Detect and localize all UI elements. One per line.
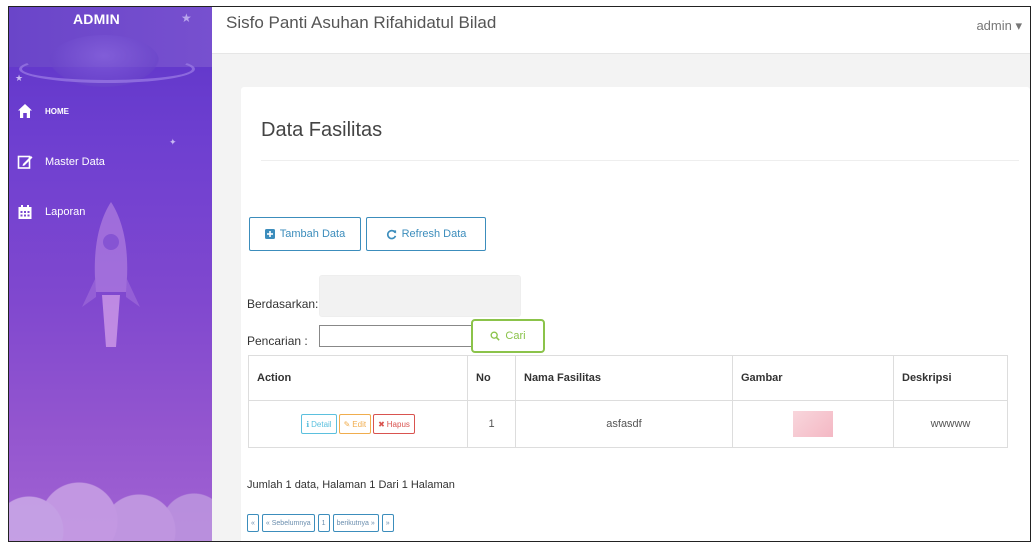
rocket-illustration xyxy=(82,202,140,347)
next-page-button[interactable]: berikutnya » xyxy=(332,514,379,532)
nama-fasilitas-cell: asfasdf xyxy=(515,400,733,448)
action-cell: ℹ Detail ✎ Edit ✖ Hapus xyxy=(248,400,468,448)
refresh-icon xyxy=(386,229,396,239)
facility-image-thumbnail[interactable] xyxy=(793,411,833,437)
sidebar-item-label: Master Data xyxy=(45,156,105,168)
page-title: Data Fasilitas xyxy=(261,119,383,141)
search-button[interactable]: Cari xyxy=(471,319,545,353)
brand-title[interactable]: ADMIN xyxy=(73,11,120,27)
column-header-deskripsi: Deskripsi xyxy=(893,355,1008,401)
refresh-data-label: Refresh Data xyxy=(401,228,467,240)
page-number-button[interactable]: 1 xyxy=(317,514,330,532)
table-header-row: Action No Nama Fasilitas Gambar Deskrips… xyxy=(248,355,1008,401)
sidebar-item-home[interactable]: HOME xyxy=(9,99,212,123)
user-menu[interactable]: admin ▾ xyxy=(976,18,1022,34)
add-data-button[interactable]: Tambah Data xyxy=(249,217,361,251)
column-header-gambar: Gambar xyxy=(732,355,894,401)
pencarian-label: Pencarian : xyxy=(247,334,308,348)
fasilitas-table: Action No Nama Fasilitas Gambar Deskrips… xyxy=(248,355,1008,448)
data-summary: Jumlah 1 data, Halaman 1 Dari 1 Halaman xyxy=(247,479,455,491)
app-window: ADMIN ★ ★ ✦ HOME Master Data Laporan Sis… xyxy=(8,6,1031,542)
first-page-button[interactable]: « xyxy=(247,514,259,532)
berdasarkan-select[interactable] xyxy=(319,275,521,317)
edit-icon: ✎ xyxy=(343,419,351,429)
gambar-cell xyxy=(732,400,894,448)
home-icon xyxy=(17,103,33,119)
no-cell: 1 xyxy=(467,400,516,448)
calendar-icon xyxy=(17,204,33,220)
content-panel: Data Fasilitas Tambah Data Refresh Data … xyxy=(241,87,1030,541)
delete-label: Hapus xyxy=(386,419,410,429)
star-decoration-icon: ★ xyxy=(15,73,24,83)
detail-label: Detail xyxy=(311,419,332,429)
sidebar-item-label: HOME xyxy=(45,106,69,116)
edit-button[interactable]: ✎ Edit xyxy=(338,414,372,434)
deskripsi-cell: wwwww xyxy=(893,400,1008,448)
sidebar-item-master-data[interactable]: Master Data xyxy=(9,150,212,174)
table-row: ℹ Detail ✎ Edit ✖ Hapus 1 asfasdf wwwww xyxy=(248,400,1008,448)
edit-label: Edit xyxy=(352,419,367,429)
app-title: Sisfo Panti Asuhan Rifahidatul Bilad xyxy=(226,13,497,32)
search-icon xyxy=(490,331,501,341)
top-bar: Sisfo Panti Asuhan Rifahidatul Bilad adm… xyxy=(212,7,1030,54)
star-icon: ★ xyxy=(181,11,192,25)
search-button-label: Cari xyxy=(505,330,526,342)
close-icon: ✖ xyxy=(378,419,385,429)
planet-ring-illustration xyxy=(19,55,195,83)
plus-square-icon xyxy=(264,229,275,239)
detail-button[interactable]: ℹ Detail xyxy=(301,414,337,434)
sidebar-brand: ADMIN ★ xyxy=(9,7,212,87)
previous-page-button[interactable]: « Sebelumnya xyxy=(261,514,315,532)
column-header-nama-fasilitas: Nama Fasilitas xyxy=(515,355,733,401)
edit-icon xyxy=(17,154,33,170)
last-page-button[interactable]: » xyxy=(381,514,394,532)
delete-button[interactable]: ✖ Hapus xyxy=(373,414,415,434)
star-decoration-icon: ✦ xyxy=(169,137,177,147)
search-input[interactable] xyxy=(319,325,472,347)
column-header-no: No xyxy=(467,355,516,401)
divider xyxy=(261,160,1019,161)
sidebar: ADMIN ★ ★ ✦ HOME Master Data Laporan xyxy=(9,7,212,541)
refresh-data-button[interactable]: Refresh Data xyxy=(366,217,486,251)
column-header-action: Action xyxy=(248,355,468,401)
berdasarkan-label: Berdasarkan: xyxy=(247,297,319,311)
clouds-illustration xyxy=(9,471,212,541)
add-data-label: Tambah Data xyxy=(279,228,346,240)
pagination: « « Sebelumnya 1 berikutnya » » xyxy=(247,514,394,532)
info-icon: ℹ xyxy=(306,419,310,429)
